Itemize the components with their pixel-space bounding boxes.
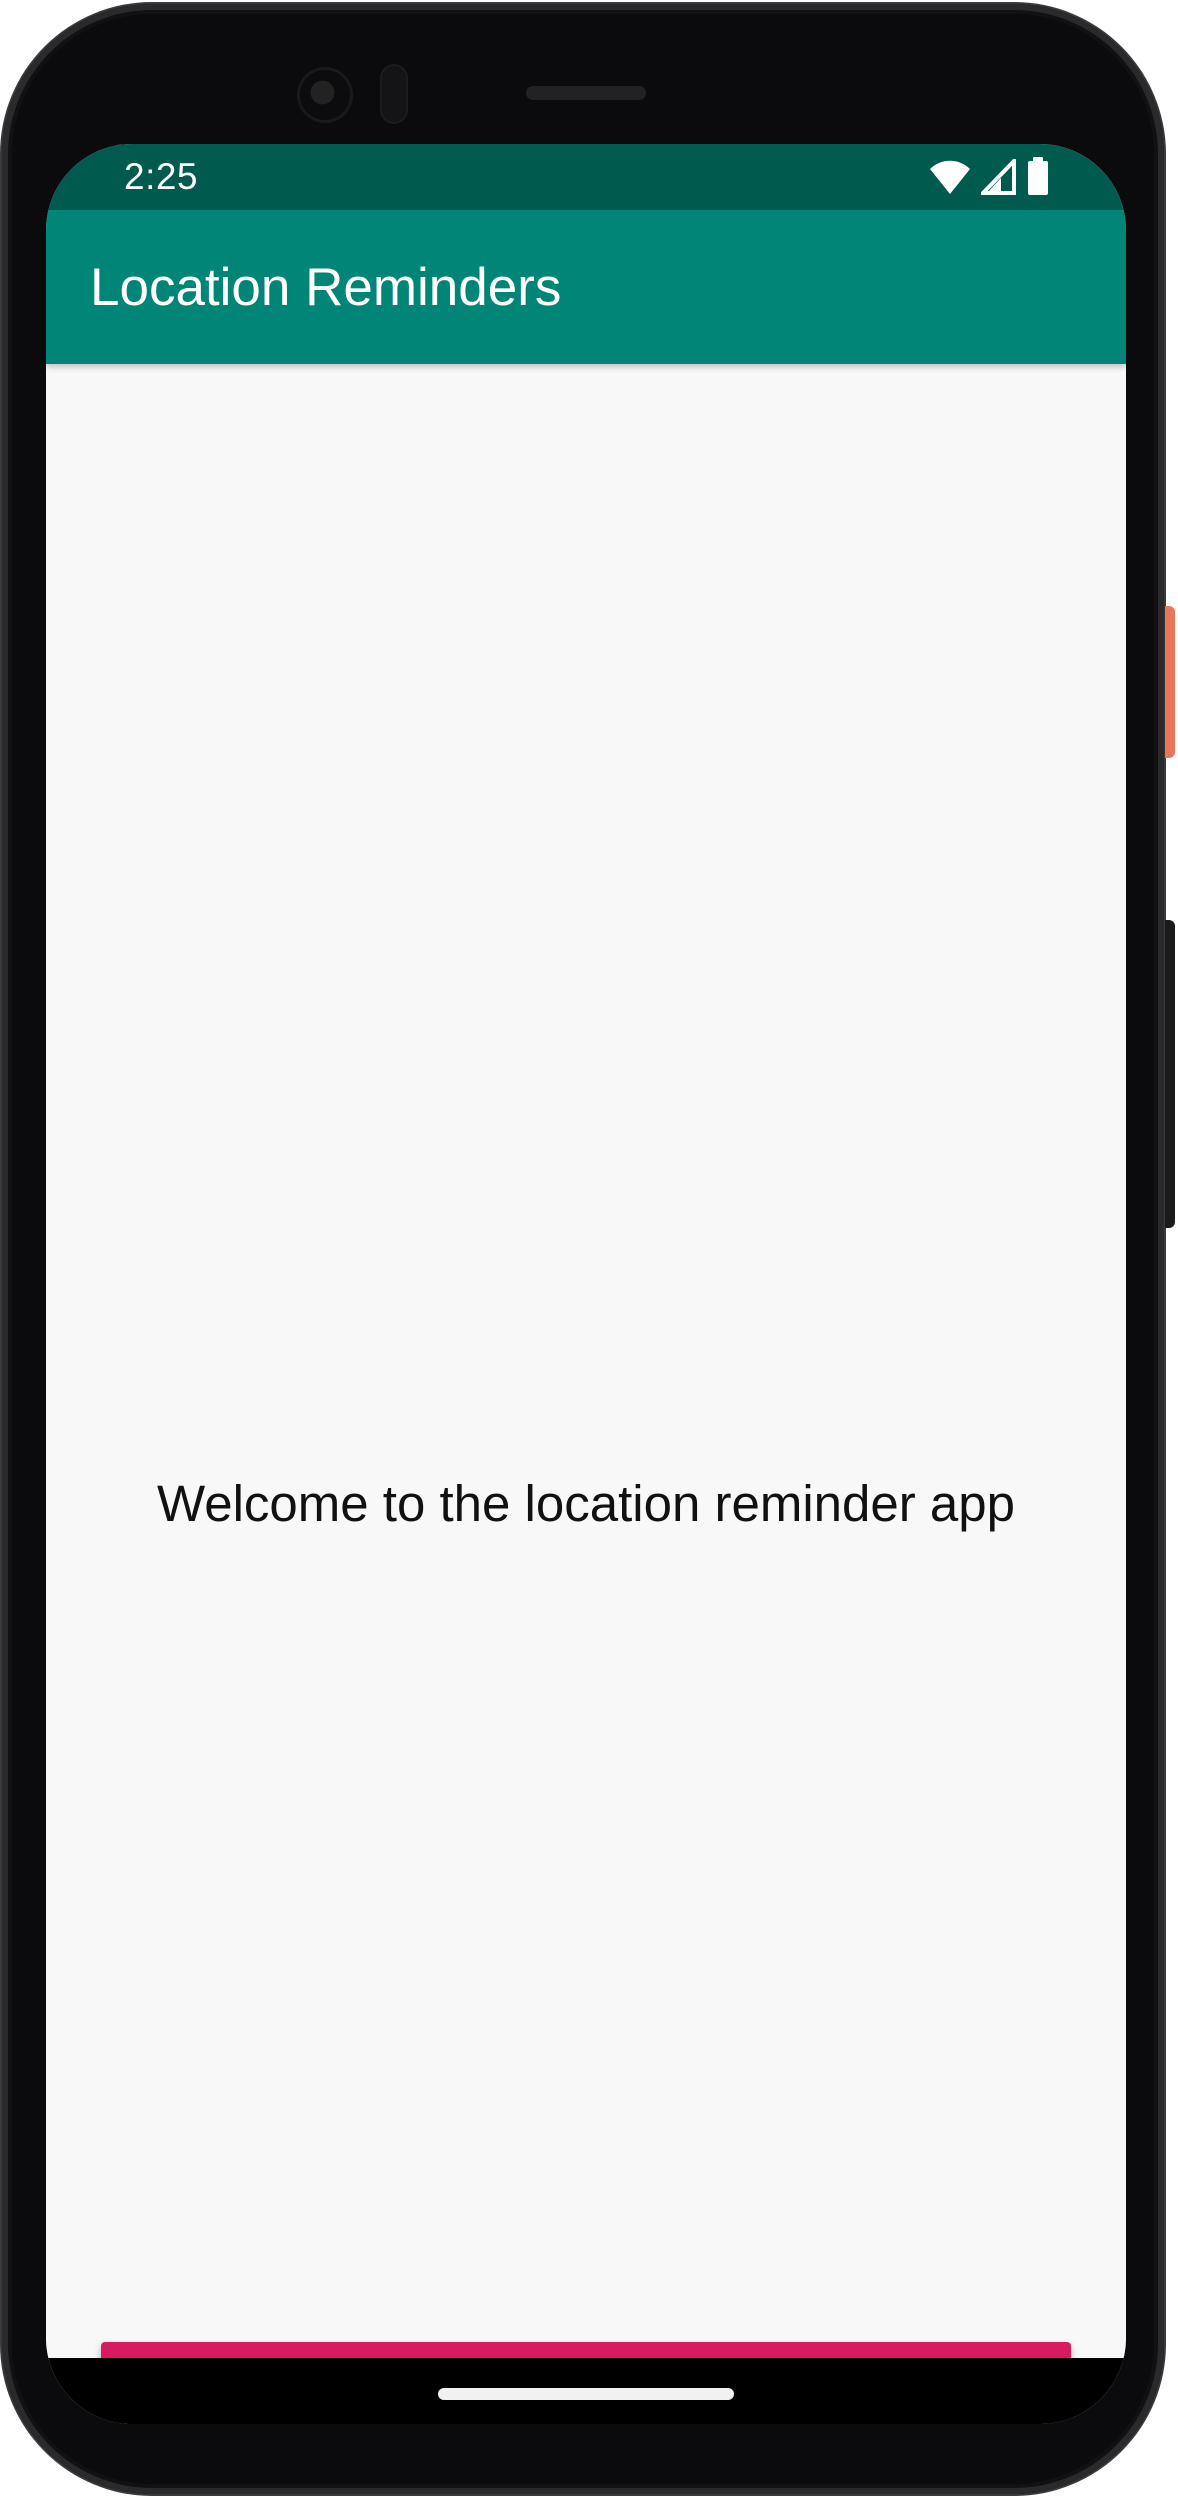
signal-icon <box>978 156 1016 200</box>
battery-icon <box>1026 157 1050 202</box>
navigation-bar <box>46 2358 1126 2424</box>
wifi-icon <box>929 159 971 200</box>
volume-button <box>1165 920 1175 1228</box>
phone-screen: 2:25 Location Reminders Welcome to the l… <box>46 144 1126 2424</box>
status-bar: 2:25 <box>46 144 1126 210</box>
app-bar: Location Reminders <box>46 210 1126 364</box>
earpiece-speaker <box>526 86 646 100</box>
main-content: Welcome to the location reminder app LOG… <box>46 364 1126 2424</box>
status-time: 2:25 <box>124 156 199 197</box>
front-camera <box>300 70 350 120</box>
home-indicator[interactable] <box>438 2388 734 2400</box>
app-title: Location Reminders <box>90 258 562 317</box>
status-icons <box>929 156 1050 202</box>
camera-sensor <box>382 66 406 122</box>
welcome-message: Welcome to the location reminder app <box>156 1475 1015 1532</box>
power-button <box>1165 606 1175 758</box>
